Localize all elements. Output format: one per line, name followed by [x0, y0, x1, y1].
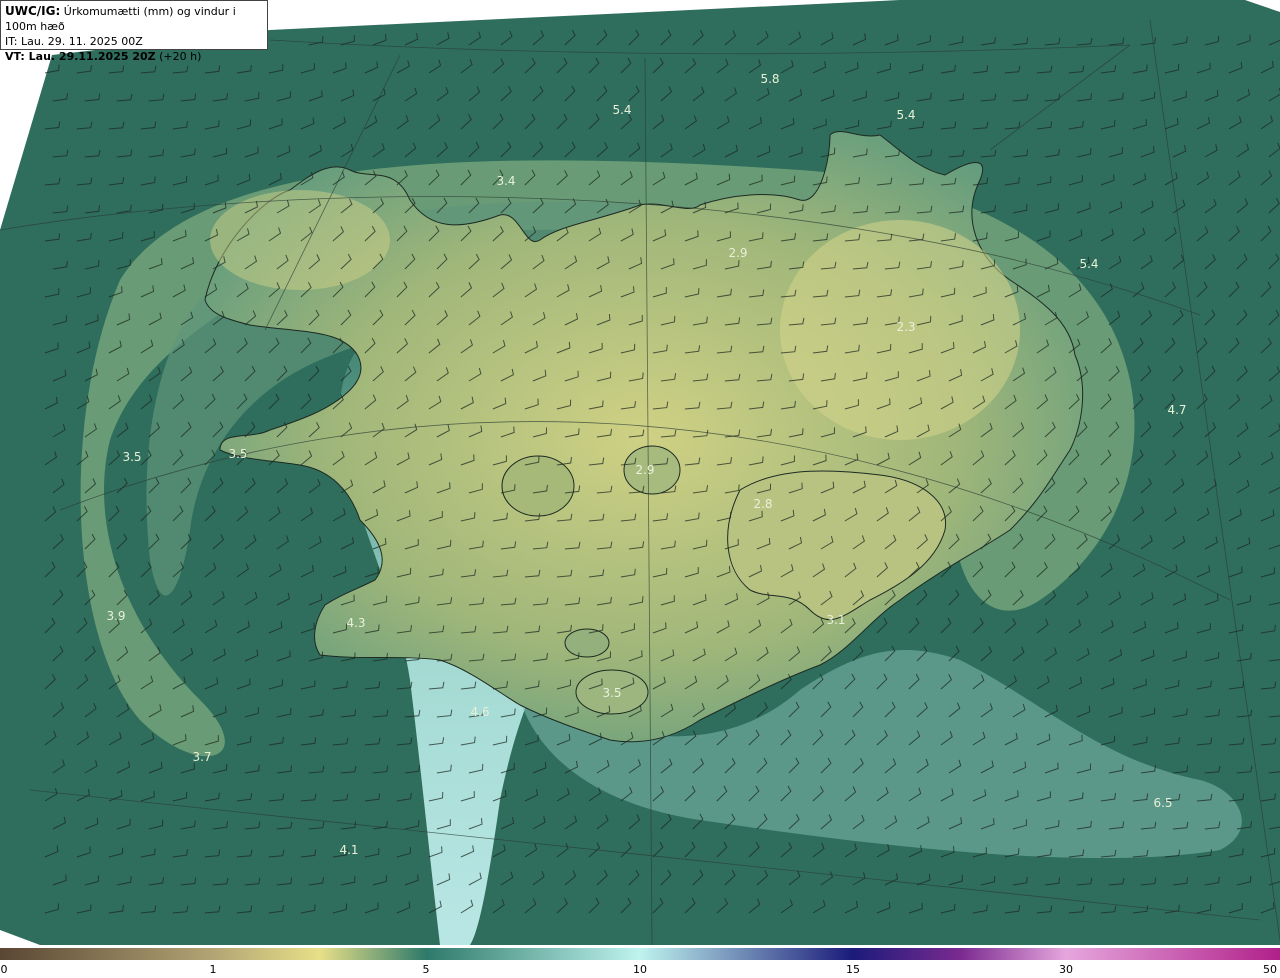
colorbar — [0, 948, 1280, 960]
glacier-langjokull — [501, 455, 575, 517]
value-label: 4.1 — [339, 843, 358, 857]
value-label: 6.5 — [1153, 796, 1172, 810]
value-label: 3.5 — [122, 450, 141, 464]
colorbar-tick: 10 — [633, 963, 647, 976]
value-label: 2.8 — [753, 497, 772, 511]
value-label: 4.6 — [470, 705, 489, 719]
glacier-eyjafjallajokull — [564, 628, 610, 658]
yellow-patch-westfjords — [210, 190, 390, 290]
valid-time-suffix: (+20 h) — [159, 50, 202, 63]
value-label: 5.8 — [760, 72, 779, 86]
colorbar-ticks: 0 1 5 10 15 30 50 — [0, 960, 1280, 978]
initial-time: IT: Lau. 29. 11. 2025 00Z — [5, 35, 143, 48]
colorbar-tick: 1 — [209, 963, 217, 976]
colorbar-tick: 50 — [1263, 963, 1277, 976]
value-label: 4.3 — [346, 616, 365, 630]
map-title: UWC/IG: Úrkomumætti (mm) og vindur i 100… — [5, 4, 263, 34]
value-label: 2.9 — [635, 463, 654, 477]
forecast-map: 5.8 5.4 5.4 3.4 2.9 5.4 2.3 4.7 3.5 3.5 … — [0, 0, 1280, 946]
valid-time: VT: Lau. 29.11.2025 20Z (+20 h) — [5, 49, 263, 64]
map-info-box: UWC/IG: Úrkomumætti (mm) og vindur i 100… — [0, 0, 268, 63]
value-label: 3.4 — [496, 174, 515, 188]
value-label: 3.9 — [106, 609, 125, 623]
colorbar-tick: 0 — [0, 963, 8, 976]
value-label: 4.7 — [1167, 403, 1186, 417]
valid-time-prefix: VT: Lau. 29.11.2025 20Z — [5, 50, 156, 63]
value-label: 3.5 — [602, 686, 621, 700]
value-label: 3.7 — [192, 750, 211, 764]
value-label: 3.1 — [826, 613, 845, 627]
colorbar-tick: 30 — [1059, 963, 1073, 976]
value-label: 2.3 — [896, 320, 915, 334]
value-label: 5.4 — [896, 108, 915, 122]
value-label: 5.4 — [1079, 257, 1098, 271]
value-label: 3.5 — [228, 447, 247, 461]
colorbar-tick: 5 — [422, 963, 430, 976]
map-title-prefix: UWC/IG: — [5, 4, 61, 18]
value-label: 5.4 — [612, 103, 631, 117]
value-label: 2.9 — [728, 246, 747, 260]
colorbar-tick: 15 — [846, 963, 860, 976]
